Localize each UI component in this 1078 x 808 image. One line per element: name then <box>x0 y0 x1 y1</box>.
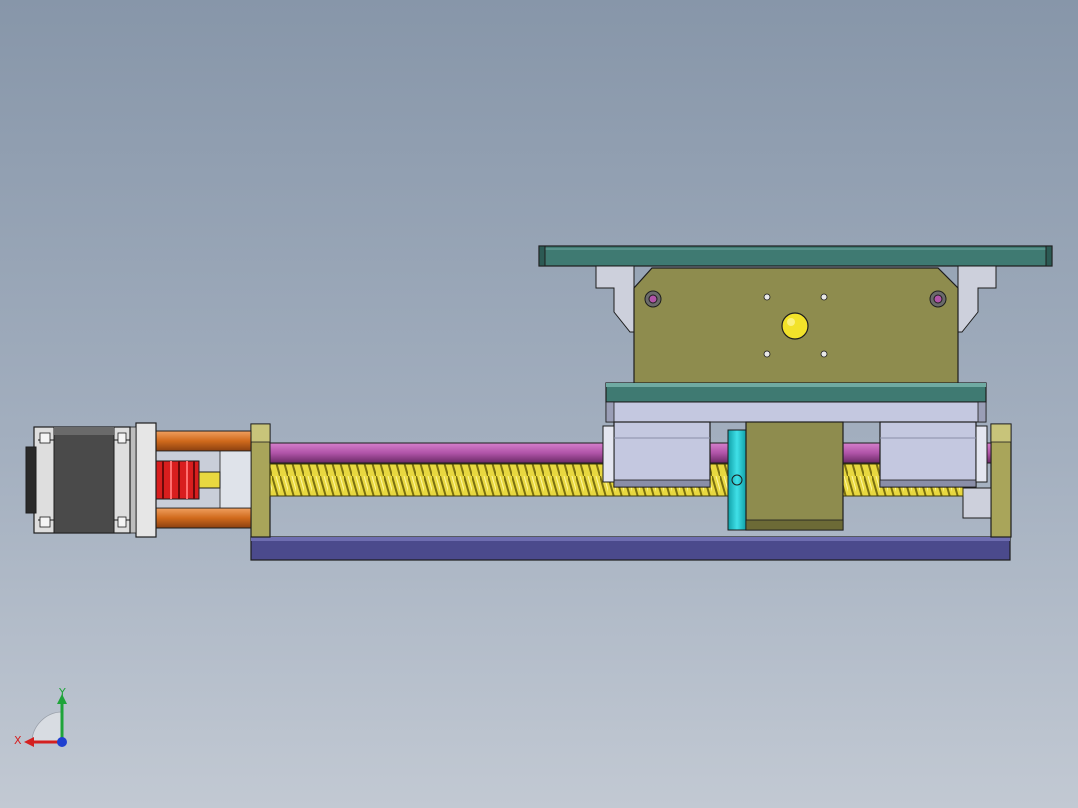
y-axis-label: Y <box>58 686 66 699</box>
carriage-lower-plate[interactable] <box>605 401 987 423</box>
graphics-viewport[interactable]: Y X <box>0 0 1078 808</box>
linear-bearing-right[interactable] <box>879 421 988 488</box>
guide-rod-lower[interactable] <box>155 507 252 529</box>
flexible-coupling[interactable] <box>154 460 200 500</box>
right-bracket[interactable] <box>957 265 997 333</box>
nut-bracket[interactable] <box>727 429 747 531</box>
top-table-assembly[interactable] <box>538 245 1053 423</box>
stepper-motor[interactable] <box>25 426 131 534</box>
guide-rod-upper[interactable] <box>155 430 252 452</box>
linear-bearing-left[interactable] <box>602 421 711 488</box>
motor-shaft[interactable] <box>197 471 221 489</box>
z-axis-dot <box>57 737 67 747</box>
cad-assembly-view[interactable] <box>0 0 1078 808</box>
drive-block[interactable] <box>745 421 844 531</box>
coordinate-triad[interactable]: Y X <box>10 684 80 754</box>
motor-flange[interactable] <box>135 422 157 538</box>
x-axis-label: X <box>14 734 22 747</box>
center-pin[interactable] <box>781 312 809 340</box>
left-bracket[interactable] <box>595 265 635 333</box>
